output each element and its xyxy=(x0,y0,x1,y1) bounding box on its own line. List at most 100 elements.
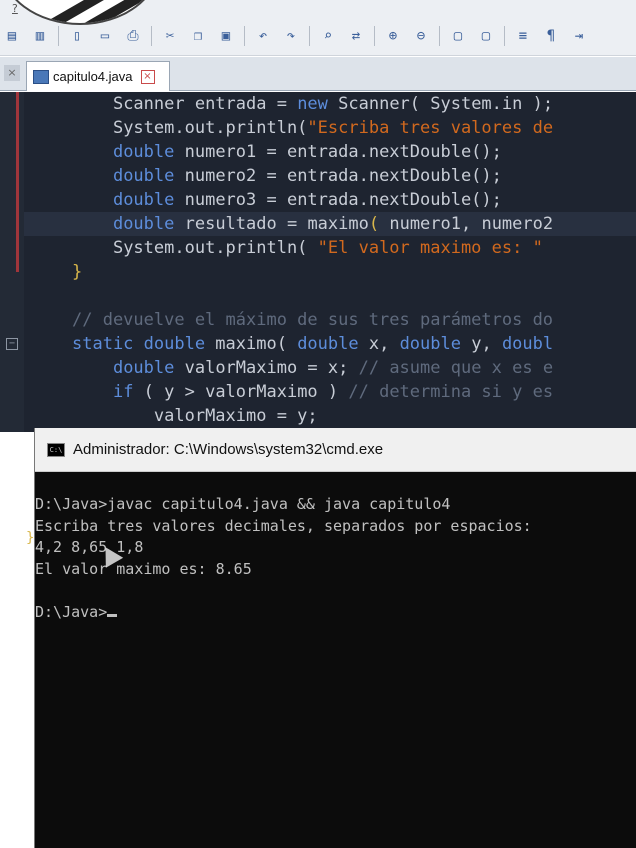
replace-icon[interactable]: ⇄ xyxy=(344,25,368,47)
cmd-line-text: D:\Java> xyxy=(35,602,108,621)
code-line[interactable]: System.out.println("Escriba tres valores… xyxy=(24,116,636,140)
code-token: double xyxy=(399,334,461,354)
fold-toggle-icon[interactable]: − xyxy=(6,338,18,350)
code-token: double xyxy=(112,190,175,210)
cmd-line: 4,2 8,65 1,8 xyxy=(35,537,636,559)
code-editor[interactable]: − Scanner entrada = new Scanner( System.… xyxy=(0,92,636,432)
cut-icon[interactable]: ✂ xyxy=(158,25,182,47)
code-line[interactable]: System.out.println( "El valor maximo es:… xyxy=(24,236,636,260)
code-token: resultado = xyxy=(174,214,308,234)
code-line[interactable]: double numero1 = entrada.nextDouble(); xyxy=(24,140,636,164)
code-token: valorMaximo = x; xyxy=(174,358,359,378)
save-all-icon[interactable]: ▥ xyxy=(28,25,52,47)
code-token: y, xyxy=(460,334,502,354)
window-icon[interactable]: ▢ xyxy=(446,25,470,47)
code-token: numero1, numero2 xyxy=(389,214,554,234)
toolbar-separator xyxy=(151,26,152,46)
code-line[interactable]: if ( y > valorMaximo ) // determina si y… xyxy=(24,380,636,404)
code-line[interactable] xyxy=(24,284,636,308)
indent-icon[interactable]: ⇥ xyxy=(567,25,591,47)
code-line[interactable]: double valorMaximo = x; // asume que x e… xyxy=(24,356,636,380)
cmd-title-bar[interactable]: C:\ Administrador: C:\Windows\system32\c… xyxy=(35,428,636,472)
toolbar-separator xyxy=(439,26,440,46)
pilcrow-icon[interactable]: ¶ xyxy=(539,25,563,47)
wrap-icon[interactable]: ≡ xyxy=(511,25,535,47)
code-token: ( xyxy=(368,214,390,234)
redo-icon[interactable]: ↷ xyxy=(279,25,303,47)
code-token: if xyxy=(112,382,134,402)
close-tab-icon[interactable]: × xyxy=(140,69,155,84)
code-token: System.out.println( xyxy=(112,118,308,138)
toolbar-separator xyxy=(504,26,505,46)
code-token: double xyxy=(112,142,175,162)
help-link[interactable]: ? xyxy=(12,2,18,15)
toolbar-separator xyxy=(309,26,310,46)
editor-tab-strip: × capitulo4.java × xyxy=(0,57,636,91)
tab-label: capitulo4.java xyxy=(53,69,133,84)
code-token: "Escriba tres valores de xyxy=(307,118,554,138)
code-token: numero3 = entrada.nextDouble(); xyxy=(174,190,502,210)
code-lines[interactable]: Scanner entrada = new Scanner( System.in… xyxy=(24,92,636,428)
save-icon[interactable]: ▤ xyxy=(0,25,24,47)
code-token: numero2 = entrada.nextDouble(); xyxy=(174,166,502,186)
cmd-title: Administrador: C:\Windows\system32\cmd.e… xyxy=(73,441,384,458)
code-token: numero1 = entrada.nextDouble(); xyxy=(174,142,502,162)
code-token: System.out.println( xyxy=(112,238,318,258)
cmd-window[interactable]: C:\ Administrador: C:\Windows\system32\c… xyxy=(34,428,636,848)
code-line[interactable]: double numero2 = entrada.nextDouble(); xyxy=(24,164,636,188)
code-token: static double xyxy=(72,334,206,354)
code-line[interactable]: valorMaximo = y; xyxy=(24,404,636,428)
code-line[interactable]: double numero3 = entrada.nextDouble(); xyxy=(24,188,636,212)
cmd-line: Escriba tres valores decimales, separado… xyxy=(35,516,636,538)
cmd-line: D:\Java> xyxy=(35,602,636,624)
java-file-icon xyxy=(33,69,49,84)
close-all-tabs-icon[interactable]: × xyxy=(4,65,20,81)
code-token: Scanner entrada = xyxy=(112,94,298,114)
code-line[interactable]: // devuelve el máximo de sus tres paráme… xyxy=(24,308,636,332)
undo-icon[interactable]: ↶ xyxy=(251,25,275,47)
new-file-icon[interactable]: ▯ xyxy=(65,25,89,47)
zoom-in-icon[interactable]: ⊕ xyxy=(381,25,405,47)
code-token: maximo( xyxy=(205,334,298,354)
code-token: x, xyxy=(358,334,400,354)
close-file-icon[interactable]: ▭ xyxy=(93,25,117,47)
code-token: double xyxy=(112,358,175,378)
toolbar-separator xyxy=(244,26,245,46)
code-token: "El valor maximo es: " xyxy=(317,238,543,258)
code-line[interactable]: double resultado = maximo( numero1, nume… xyxy=(24,212,636,236)
window2-icon[interactable]: ▢ xyxy=(474,25,498,47)
cmd-line-text: 4,2 8,65 1,8 xyxy=(35,538,144,556)
toolbar-separator xyxy=(58,26,59,46)
find-icon[interactable]: ⌕ xyxy=(316,25,340,47)
code-token: double xyxy=(112,214,175,234)
cmd-line-text: El valor maximo es: 8.65 xyxy=(35,559,252,578)
code-line[interactable]: static double maximo( double x, double y… xyxy=(24,332,636,356)
tab-capitulo4[interactable]: capitulo4.java × xyxy=(26,61,170,91)
cmd-line: D:\Java>javac capitulo4.java && java cap… xyxy=(35,494,636,516)
cmd-output[interactable]: D:\Java>javac capitulo4.java && java cap… xyxy=(35,472,636,623)
change-marker xyxy=(16,92,19,272)
toolbar-separator xyxy=(374,26,375,46)
copy-icon[interactable]: ❐ xyxy=(186,25,210,47)
code-token: valorMaximo = y; xyxy=(153,406,318,426)
zoom-out-icon[interactable]: ⊖ xyxy=(409,25,433,47)
code-line[interactable]: Scanner entrada = new Scanner( System.in… xyxy=(24,92,636,116)
paste-icon[interactable]: ▣ xyxy=(214,25,238,47)
code-token: maximo xyxy=(307,214,369,234)
print-icon[interactable]: ⎙ xyxy=(121,25,145,47)
code-line[interactable]: } xyxy=(24,260,636,284)
code-token: ( y > valorMaximo ) xyxy=(133,382,349,402)
cmd-line-text: D:\Java>javac capitulo4.java && java cap… xyxy=(35,495,451,513)
code-token: // determina si y es xyxy=(348,382,554,402)
code-token: Scanner( System.in ); xyxy=(327,94,554,114)
